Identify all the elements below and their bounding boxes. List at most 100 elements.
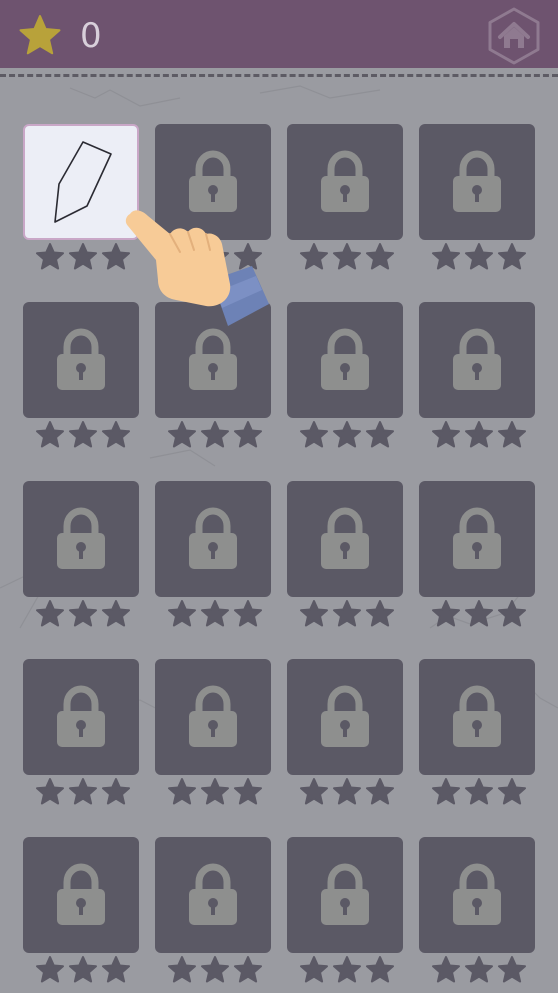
star-icon: [333, 243, 361, 270]
level-star-rating: [299, 242, 395, 272]
lock-icon: [321, 507, 369, 569]
lock-icon: [453, 863, 501, 925]
level-tile-locked[interactable]: [419, 837, 535, 953]
star-icon: [168, 243, 196, 270]
level-star-rating: [431, 420, 527, 450]
star-icon: [333, 956, 361, 983]
star-icon: [366, 956, 394, 983]
star-icon: [465, 243, 493, 270]
level-tile-locked[interactable]: [287, 302, 403, 418]
star-icon: [102, 778, 130, 805]
star-icon: [300, 421, 328, 448]
level-tile-locked[interactable]: [287, 659, 403, 775]
star-icon: [234, 421, 262, 448]
lock-icon: [453, 507, 501, 569]
level-tile-locked[interactable]: [287, 481, 403, 597]
star-icon: [36, 778, 64, 805]
level-item-20: [419, 837, 535, 987]
star-icon: [498, 956, 526, 983]
level-item-12: [419, 481, 535, 631]
level-tile-unlocked[interactable]: [23, 124, 139, 240]
level-star-rating: [35, 420, 131, 450]
star-icon: [201, 956, 229, 983]
level-star-rating: [167, 599, 263, 629]
level-star-rating: [431, 242, 527, 272]
star-icon: [432, 956, 460, 983]
level-star-rating: [167, 420, 263, 450]
level-tile-locked[interactable]: [23, 837, 139, 953]
level-item-1: [23, 124, 139, 274]
star-icon: [69, 243, 97, 270]
level-item-10: [155, 481, 271, 631]
level-star-rating: [35, 242, 131, 272]
lock-icon: [189, 507, 237, 569]
star-icon: [102, 243, 130, 270]
level-tile-locked[interactable]: [155, 837, 271, 953]
star-icon: [333, 778, 361, 805]
level-tile-locked[interactable]: [155, 481, 271, 597]
level-tile-locked[interactable]: [155, 659, 271, 775]
star-icon: [465, 956, 493, 983]
star-icon: [69, 778, 97, 805]
level-item-17: [23, 837, 139, 987]
lock-icon: [321, 685, 369, 747]
level-star-rating: [167, 242, 263, 272]
level-tile-locked[interactable]: [419, 124, 535, 240]
star-icon: [498, 243, 526, 270]
star-icon: [366, 600, 394, 627]
star-icon: [168, 421, 196, 448]
lock-icon: [57, 685, 105, 747]
level-tile-locked[interactable]: [287, 837, 403, 953]
star-icon: [366, 243, 394, 270]
star-icon: [201, 243, 229, 270]
star-icon: [168, 956, 196, 983]
level-star-rating: [167, 955, 263, 985]
level-tile-locked[interactable]: [23, 481, 139, 597]
level-item-14: [155, 659, 271, 809]
level-item-4: [419, 124, 535, 274]
level-tile-locked[interactable]: [155, 302, 271, 418]
star-icon: [498, 600, 526, 627]
lock-icon: [453, 685, 501, 747]
lock-icon: [189, 328, 237, 390]
level-item-3: [287, 124, 403, 274]
lock-icon: [321, 863, 369, 925]
level-star-rating: [299, 777, 395, 807]
level-tile-locked[interactable]: [419, 302, 535, 418]
level-tile-locked[interactable]: [23, 659, 139, 775]
lock-icon: [321, 150, 369, 212]
level-star-rating: [35, 955, 131, 985]
star-icon: [432, 243, 460, 270]
level-item-5: [23, 302, 139, 452]
lock-icon: [321, 328, 369, 390]
star-icon: [465, 421, 493, 448]
star-icon: [234, 778, 262, 805]
level-tile-locked[interactable]: [419, 481, 535, 597]
star-icon: [201, 421, 229, 448]
star-icon: [102, 421, 130, 448]
level-tile-locked[interactable]: [155, 124, 271, 240]
lock-icon: [189, 150, 237, 212]
star-icon: [498, 421, 526, 448]
level-star-rating: [35, 599, 131, 629]
star-icon: [432, 778, 460, 805]
lock-icon: [57, 507, 105, 569]
star-icon: [201, 778, 229, 805]
star-icon: [300, 600, 328, 627]
lock-icon: [189, 685, 237, 747]
lock-icon: [453, 150, 501, 212]
level-tile-locked[interactable]: [419, 659, 535, 775]
star-icon: [102, 956, 130, 983]
level-item-6: [155, 302, 271, 452]
level-tile-locked[interactable]: [287, 124, 403, 240]
level-tile-locked[interactable]: [23, 302, 139, 418]
star-icon: [69, 600, 97, 627]
level-item-19: [287, 837, 403, 987]
star-icon: [36, 421, 64, 448]
lock-icon: [453, 328, 501, 390]
star-icon: [201, 600, 229, 627]
level-star-rating: [431, 955, 527, 985]
level-star-rating: [431, 777, 527, 807]
level-item-2: [155, 124, 271, 274]
level-item-8: [419, 302, 535, 452]
